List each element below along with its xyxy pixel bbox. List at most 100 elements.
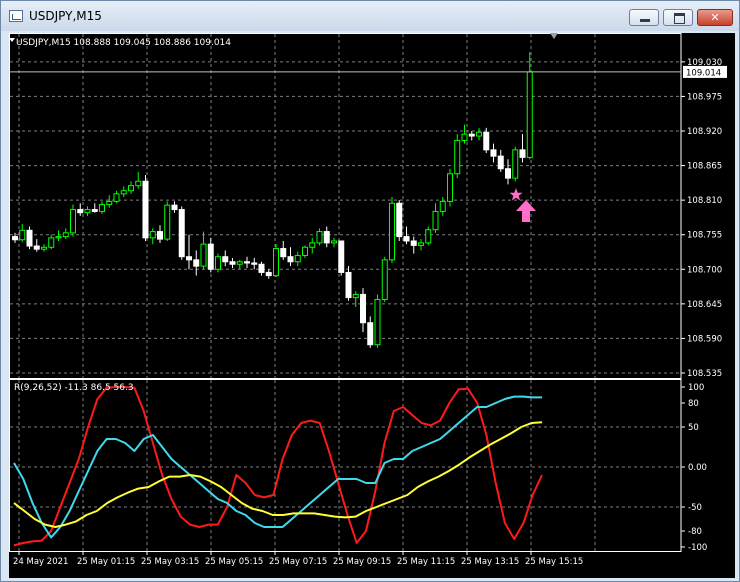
candle-body bbox=[294, 254, 301, 263]
candle-body bbox=[468, 133, 475, 137]
chart-axes: 109.030108.975108.920108.865108.810108.7… bbox=[9, 33, 727, 567]
close-icon: ✕ bbox=[710, 11, 720, 24]
candle-body bbox=[70, 209, 76, 234]
chart-window[interactable]: USDJPY,M15 ✕ 109.030 108.975 108.920 108.86… bbox=[0, 0, 740, 582]
candle-body bbox=[396, 202, 403, 238]
indicator-lines bbox=[13, 386, 543, 547]
candle-body bbox=[26, 229, 33, 247]
candle-body bbox=[251, 262, 258, 265]
candle-body bbox=[142, 180, 149, 239]
chart-svg[interactable]: 109.030108.975108.920108.865108.810108.7… bbox=[9, 33, 735, 578]
candle-body bbox=[55, 236, 62, 239]
candle-body bbox=[244, 261, 250, 264]
candle-body bbox=[120, 190, 127, 195]
candle-body bbox=[526, 71, 533, 158]
candle-body bbox=[128, 185, 134, 192]
candle-body bbox=[425, 229, 432, 244]
price-axis-label: 108.590 bbox=[687, 334, 722, 344]
time-axis-label: 25 May 07:15 bbox=[269, 557, 327, 567]
candle-body bbox=[41, 246, 47, 250]
price-axis-label: 108.810 bbox=[687, 196, 722, 206]
candle-body bbox=[447, 173, 453, 202]
candle-body bbox=[352, 293, 359, 299]
chart-shift-marker-icon[interactable] bbox=[550, 33, 558, 39]
candle-body bbox=[222, 256, 229, 263]
chart-area[interactable]: 109.030 108.975 108.920 108.865 108.810 108.7… bbox=[9, 33, 735, 578]
candle-body bbox=[207, 243, 214, 270]
time-axis-label: 25 May 11:15 bbox=[397, 557, 455, 567]
candle-body bbox=[149, 231, 156, 239]
time-axis-label: 25 May 01:15 bbox=[77, 557, 135, 567]
candle-body bbox=[454, 139, 461, 175]
candle-body bbox=[410, 240, 417, 246]
candle-body bbox=[505, 168, 511, 179]
candle-body bbox=[374, 298, 381, 346]
current-price-label: 109.014 bbox=[686, 68, 721, 78]
candle-body bbox=[360, 293, 366, 324]
candle-body bbox=[512, 149, 519, 179]
star-icon bbox=[509, 188, 523, 201]
candle-body bbox=[338, 240, 345, 273]
candle-body bbox=[302, 246, 308, 256]
price-axis-label: 108.535 bbox=[687, 369, 722, 379]
candle-body bbox=[200, 243, 207, 267]
main-panel-frame bbox=[9, 33, 682, 379]
candle-body bbox=[258, 263, 265, 273]
time-axis-label: 25 May 09:15 bbox=[333, 557, 391, 567]
price-axis-label: 108.645 bbox=[687, 300, 722, 310]
candle-body bbox=[84, 209, 91, 214]
indicator-axis-label: -80 bbox=[688, 527, 702, 537]
candle-body bbox=[345, 271, 352, 299]
candle-body bbox=[113, 193, 120, 202]
candle-body bbox=[461, 133, 468, 141]
indicator-info: R(9,26,52) -11.3 86.5 56.3 bbox=[14, 383, 134, 393]
candle-body bbox=[287, 256, 294, 263]
time-axis-label: 25 May 15:15 bbox=[525, 557, 583, 567]
candle-body bbox=[215, 256, 221, 270]
candle-body bbox=[164, 204, 171, 240]
indicator-axis-label: 0.00 bbox=[688, 463, 707, 473]
minimize-button[interactable] bbox=[629, 9, 659, 26]
restore-icon bbox=[674, 13, 685, 24]
candle-body bbox=[519, 149, 526, 158]
indicator-axis-label: 80 bbox=[688, 399, 699, 409]
candle-body bbox=[135, 180, 142, 187]
price-axis-label: 108.920 bbox=[687, 127, 722, 137]
chart-window-icon bbox=[9, 10, 23, 22]
indicator-axis-label: -100 bbox=[688, 543, 707, 553]
time-axis-label: 25 May 03:15 bbox=[141, 557, 199, 567]
candle-body bbox=[439, 200, 446, 212]
candle-body bbox=[62, 232, 69, 238]
candle-body bbox=[186, 256, 192, 261]
title-bar[interactable]: USDJPY,M15 ✕ bbox=[1, 1, 739, 31]
time-axis-label: 24 May 2021 bbox=[13, 557, 68, 567]
time-axis-label: 25 May 13:15 bbox=[461, 557, 519, 567]
candle-body bbox=[99, 204, 105, 212]
price-axis-label: 108.755 bbox=[687, 231, 722, 241]
candle-body bbox=[483, 131, 490, 151]
price-axis-label: 108.700 bbox=[687, 265, 722, 275]
time-axis-label: 25 May 05:15 bbox=[205, 557, 263, 567]
indicator-axis-label: 50 bbox=[688, 423, 699, 433]
symbol-info: USDJPY,M15 108.888 109.045 108.886 109.0… bbox=[16, 38, 231, 48]
candle-body bbox=[389, 202, 395, 261]
candle-body bbox=[91, 209, 98, 212]
indicator-panel-frame bbox=[9, 379, 682, 552]
candle-body bbox=[367, 322, 374, 346]
candle-body bbox=[236, 261, 243, 265]
candle-body bbox=[48, 237, 55, 248]
close-button[interactable]: ✕ bbox=[697, 9, 733, 26]
candle-body bbox=[157, 231, 163, 240]
up-arrow-icon bbox=[516, 200, 536, 222]
candle-body bbox=[12, 236, 18, 241]
candle-body bbox=[476, 131, 482, 137]
price-axis-label: 108.865 bbox=[687, 162, 722, 172]
candle-body bbox=[280, 248, 287, 258]
candle-body bbox=[381, 259, 388, 300]
minimize-icon bbox=[640, 19, 650, 22]
window-title: USDJPY,M15 bbox=[29, 9, 102, 23]
restore-button[interactable] bbox=[663, 9, 693, 26]
indicator-axis-label: 100 bbox=[688, 383, 704, 393]
candle-body bbox=[178, 209, 185, 258]
candle-body bbox=[432, 210, 439, 231]
